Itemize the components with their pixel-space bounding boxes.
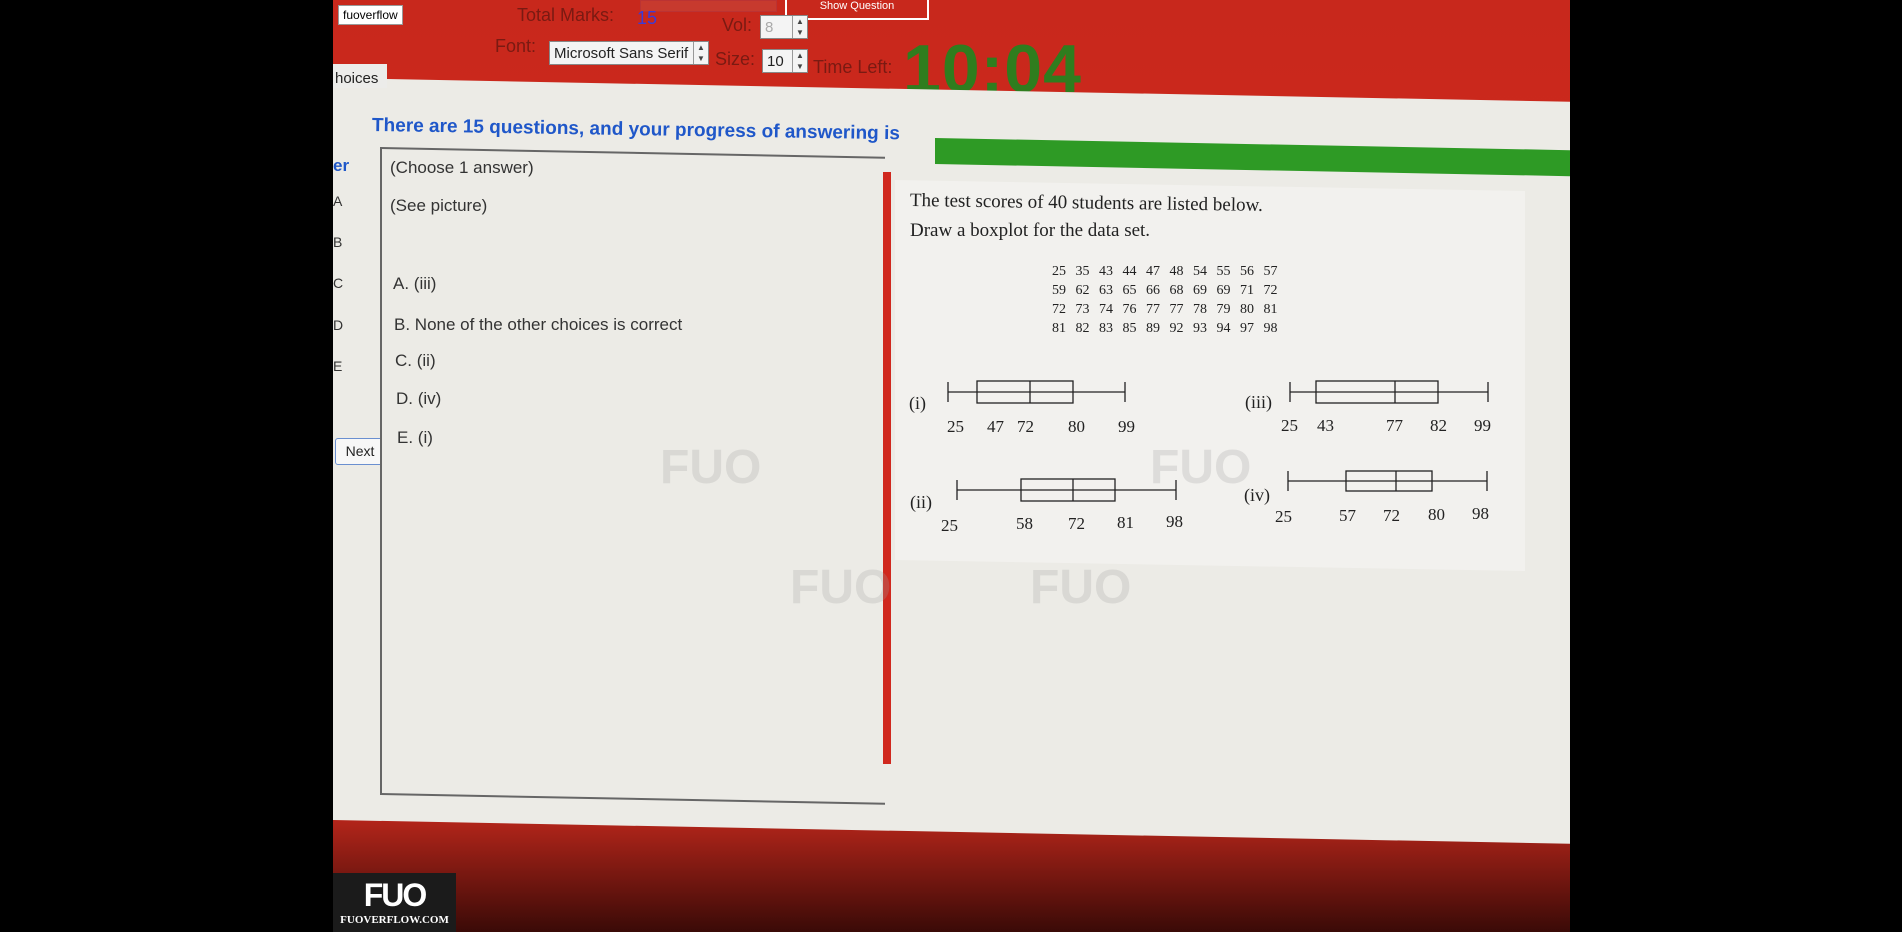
- option-text: None of the other choices is correct: [414, 315, 683, 334]
- sidebar-item-d[interactable]: D: [333, 317, 343, 333]
- option-text: (i): [417, 428, 433, 447]
- font-spin-arrows-icon[interactable]: ▲ ▼: [693, 42, 708, 64]
- site-logo: FUO FUOVERFLOW.COM: [333, 873, 456, 932]
- data-row: 72 73 74 76 77 77 78 79 80 81: [1052, 302, 1278, 317]
- boxplot-tick: 98: [1166, 512, 1183, 531]
- watermark-text: FUO: [1030, 561, 1132, 614]
- vol-spinner[interactable]: 8 ▲ ▼: [760, 15, 808, 39]
- panel-divider: [883, 172, 891, 764]
- option-d[interactable]: D. (iv): [396, 389, 441, 409]
- boxplot-tick: 58: [1016, 514, 1033, 533]
- question-line-2: Draw a boxplot for the data set.: [910, 220, 1151, 241]
- boxplot-tick: 25: [1281, 416, 1298, 435]
- boxplot-tick: 47: [987, 417, 1004, 436]
- font-value: Microsoft Sans Serif: [554, 45, 689, 62]
- top-field: [640, 0, 777, 12]
- option-text: (ii): [416, 351, 436, 370]
- size-spinner[interactable]: 10 ▲ ▼: [762, 49, 808, 73]
- sidebar-item-c[interactable]: C: [333, 275, 343, 291]
- size-spin-arrows-icon[interactable]: ▲ ▼: [792, 50, 807, 72]
- answer-choices-panel: [380, 147, 885, 805]
- boxplot-tick: 57: [1339, 506, 1356, 525]
- option-letter: C.: [395, 351, 412, 370]
- boxplot-iii-label: (iii): [1245, 392, 1272, 412]
- boxplot-iii: [1289, 380, 1489, 404]
- boxplot-tick: 72: [1017, 417, 1034, 436]
- sidebar-header: er: [333, 156, 350, 175]
- boxplot-tick: 25: [941, 516, 958, 535]
- watermark-text: FUO: [790, 561, 892, 614]
- data-table: 25 35 43 44 47 48 54 55 56 57 59 62 63 6…: [1052, 262, 1278, 338]
- total-marks-value: 15: [637, 8, 658, 28]
- option-letter: E.: [397, 428, 414, 447]
- time-left-label: Time Left:: [813, 57, 893, 77]
- boxplot-tick: 72: [1068, 514, 1085, 533]
- boxplot-ii-label: (ii): [910, 492, 932, 512]
- boxplot-i-label: (i): [909, 393, 926, 413]
- boxplot-tick: 99: [1118, 417, 1135, 436]
- vol-value: 8: [765, 19, 774, 36]
- data-row: 59 62 63 65 66 68 69 69 71 72: [1052, 283, 1278, 298]
- see-picture-note: (See picture): [390, 196, 488, 215]
- boxplot-iv: [1287, 470, 1488, 492]
- boxplot-tick: 99: [1474, 416, 1491, 435]
- option-e[interactable]: E. (i): [397, 428, 433, 448]
- choose-instruction: (Choose 1 answer): [390, 158, 534, 177]
- option-text: (iv): [417, 389, 442, 408]
- tab-choices[interactable]: hoices: [333, 64, 387, 88]
- option-text: (iii): [413, 274, 437, 293]
- option-a[interactable]: A. (iii): [393, 274, 436, 294]
- boxplot-tick: 25: [1275, 507, 1292, 526]
- boxplot-tick: 72: [1383, 506, 1400, 525]
- boxplot-i: [947, 380, 1126, 404]
- font-selector[interactable]: Microsoft Sans Serif ▲ ▼: [549, 41, 709, 65]
- boxplot-iv-label: (iv): [1244, 485, 1270, 505]
- watermark-text: FUO: [660, 441, 762, 494]
- option-letter: A.: [393, 274, 410, 293]
- option-letter: D.: [396, 389, 413, 408]
- logo-mark: FUO: [363, 877, 428, 913]
- boxplot-tick: 80: [1068, 417, 1085, 436]
- vol-spin-arrows-icon[interactable]: ▲ ▼: [792, 16, 807, 38]
- logo-site: FUOVERFLOW.COM: [340, 914, 449, 926]
- boxplot-tick: 80: [1428, 505, 1445, 524]
- boxplot-tick: 82: [1430, 416, 1447, 435]
- sidebar-item-a[interactable]: A: [333, 193, 342, 209]
- boxplot-tick: 81: [1117, 513, 1134, 532]
- data-row: 25 35 43 44 47 48 54 55 56 57: [1052, 264, 1278, 279]
- sidebar-item-e[interactable]: E: [333, 358, 342, 374]
- vol-label: Vol:: [722, 15, 753, 35]
- data-row: 81 82 83 85 89 92 93 94 97 98: [1052, 321, 1278, 336]
- boxplot-ii: [956, 478, 1177, 502]
- size-label: Size:: [715, 49, 756, 69]
- size-value: 10: [767, 53, 784, 70]
- sidebar-item-b[interactable]: B: [333, 234, 342, 250]
- boxplot-tick: 77: [1386, 416, 1403, 435]
- watermark-tag: fuoverflow: [338, 5, 403, 25]
- option-letter: B.: [394, 315, 411, 334]
- boxplot-tick: 43: [1317, 416, 1334, 435]
- next-button[interactable]: Next: [335, 438, 385, 465]
- boxplot-tick: 98: [1472, 504, 1489, 523]
- total-marks-label: Total Marks:: [517, 5, 615, 25]
- option-c[interactable]: C. (ii): [395, 351, 436, 371]
- option-b[interactable]: B. None of the other choices is correct: [394, 315, 682, 335]
- font-label: Font:: [495, 36, 537, 56]
- boxplot-tick: 25: [947, 417, 964, 436]
